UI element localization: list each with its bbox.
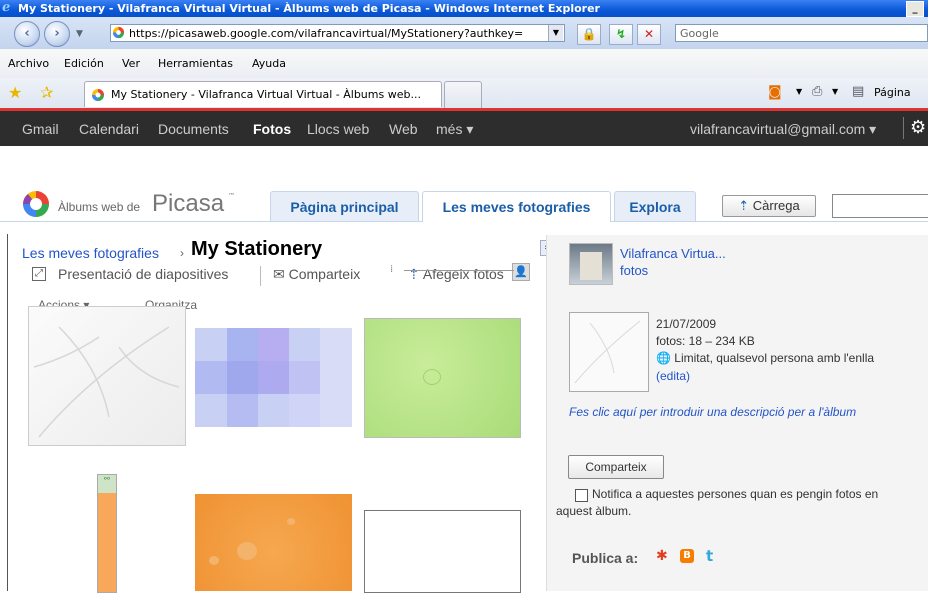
page-menu[interactable]: Página (874, 86, 911, 99)
rss-dropdown-icon[interactable]: ▼ (796, 87, 802, 96)
address-toolbar: ‹ › ▼ https://picasaweb.google.com/vilaf… (0, 17, 928, 50)
left-edge (0, 234, 9, 591)
picasa-logo-icon (23, 191, 49, 217)
menu-ver[interactable]: Ver (122, 57, 140, 70)
tabs-bar: ★ ✰ My Stationery - Vilafranca Virtual V… (0, 78, 928, 109)
lock-icon[interactable]: 🔒 (577, 24, 601, 45)
print-dropdown-icon[interactable]: ▼ (832, 87, 838, 96)
gbar-divider (903, 117, 904, 139)
globe-icon: 🌐 (656, 351, 671, 365)
window-titlebar: ℯ My Stationery - Vilafranca Virtual Vir… (0, 0, 928, 17)
menu-bar: Archivo Edición Ver Herramientas Ayuda (0, 49, 928, 79)
breadcrumb-separator: › (180, 246, 184, 260)
album-cover (569, 312, 649, 392)
upload-icon: ⇡ (738, 198, 750, 213)
new-tab-button[interactable] (444, 81, 482, 108)
search-input[interactable]: Google (675, 24, 928, 42)
tab-les-meves-fotografies[interactable]: Les meves fotografies (422, 191, 611, 222)
tab-explora[interactable]: Explora (614, 191, 696, 221)
photo-thumbnail[interactable]: ᵒᵒ (97, 474, 117, 593)
people-icon: ⁞ (390, 264, 394, 275)
add-photos-icon: ⇡ (408, 266, 420, 282)
gbar-llocs-web[interactable]: Llocs web (307, 121, 369, 137)
bubble-shape (237, 542, 257, 560)
refresh-icon[interactable]: ↯ (609, 24, 633, 45)
gbar-web[interactable]: Web (389, 121, 418, 137)
picasa-trademark: ™ (228, 192, 235, 200)
album-visibility: 🌐 Limitat, qualsevol persona amb l'enlla (656, 351, 875, 365)
minimize-button[interactable]: _ (906, 1, 924, 17)
gbar-fotos[interactable]: Fotos (253, 121, 291, 137)
picasa-logo-prefix: Àlbums web de (58, 200, 141, 214)
droplet-shape (423, 369, 441, 385)
photo-thumbnail[interactable] (195, 328, 352, 427)
gbar-mes[interactable]: més ▾ (436, 121, 473, 138)
tab-pagina-principal[interactable]: Pàgina principal (270, 191, 419, 221)
address-input[interactable]: https://picasaweb.google.com/vilafrancav… (110, 24, 565, 42)
back-button[interactable]: ‹ (14, 21, 40, 47)
upload-button[interactable]: ⇡ Càrrega (722, 195, 816, 217)
notify-label: Notifica a aquestes persones quan es pen… (556, 487, 879, 518)
print-icon[interactable]: ⎙ (812, 84, 822, 99)
search-field[interactable] (832, 194, 928, 218)
menu-herramientas[interactable]: Herramientas (158, 57, 233, 70)
gbar-account[interactable]: vilafrancavirtual@gmail.com ▾ (690, 121, 876, 138)
cover-pattern (574, 320, 641, 384)
ie-logo-icon: ℯ (2, 0, 11, 15)
buzz-icon[interactable]: ✱ (656, 548, 668, 564)
owner-avatar[interactable] (569, 243, 613, 285)
share-link[interactable]: ✉ Comparteix (273, 266, 360, 283)
toolbar-strike (404, 270, 514, 271)
stop-icon[interactable]: ✕ (637, 24, 661, 45)
gbar-calendari[interactable]: Calendari (79, 121, 139, 137)
description-prompt[interactable]: Fes clic aquí per introduir una descripc… (569, 405, 856, 419)
browser-tab-active[interactable]: My Stationery - Vilafranca Virtual Virtu… (84, 81, 442, 107)
google-bar: Gmail Calendari Documents Fotos Llocs we… (0, 108, 928, 146)
gbar-documents[interactable]: Documents (158, 121, 229, 137)
grid-pattern (195, 328, 352, 427)
gbar-gmail[interactable]: Gmail (22, 121, 59, 137)
picasa-favicon-icon (112, 26, 125, 39)
breadcrumb-parent[interactable]: Les meves fotografies (22, 245, 159, 261)
fullscreen-icon: ⤢ (32, 267, 46, 281)
photo-thumbnail[interactable] (364, 510, 521, 593)
album-size: fotos: 18 – 234 KB (656, 334, 755, 348)
owner-photos-link[interactable]: fotos (620, 263, 648, 278)
header-strip: ᵒᵒ (98, 475, 116, 493)
twitter-icon[interactable]: t (706, 547, 713, 565)
picasa-logo-word: Picasa (152, 190, 225, 217)
photo-thumbnail[interactable] (195, 494, 352, 591)
bubble-shape (287, 518, 295, 525)
owner-name[interactable]: Vilafranca Virtua... (620, 246, 726, 261)
action-divider (260, 266, 261, 286)
edit-visibility-link[interactable]: (edita) (656, 369, 690, 383)
envelope-icon: ✉ (273, 266, 285, 282)
history-dropdown-icon[interactable]: ▼ (76, 29, 83, 39)
building-shape (580, 252, 602, 280)
photo-thumbnail[interactable] (28, 306, 186, 446)
bamboo-pattern (33, 326, 180, 438)
add-photos-link[interactable]: ⇡ Afegeix fotos (408, 266, 504, 283)
publish-label: Publica a: (572, 550, 639, 566)
forward-button[interactable]: › (44, 21, 70, 47)
window-title: My Stationery - Vilafranca Virtual Virtu… (18, 2, 600, 15)
address-dropdown-icon[interactable]: ▼ (548, 25, 563, 41)
album-date: 21/07/2009 (656, 317, 717, 331)
menu-edicion[interactable]: Edición (64, 57, 104, 70)
share-button[interactable]: Comparteix (568, 455, 664, 479)
person-icon[interactable]: 👤 (512, 263, 530, 281)
browser-tab-title: My Stationery - Vilafranca Virtual Virtu… (111, 88, 421, 101)
bubble-shape (209, 556, 219, 565)
page-icon[interactable]: ▤ (852, 84, 864, 99)
gear-icon[interactable]: ⚙ (910, 117, 926, 138)
menu-archivo[interactable]: Archivo (8, 57, 49, 70)
album-title: My Stationery (191, 238, 323, 260)
photo-thumbnail[interactable] (364, 318, 521, 438)
favorites-star-icon[interactable]: ★ (8, 83, 22, 102)
picasa-tab-icon (92, 89, 104, 101)
blogger-icon[interactable]: B (680, 549, 694, 563)
menu-ayuda[interactable]: Ayuda (252, 57, 286, 70)
add-favorites-icon[interactable]: ✰ (40, 83, 53, 102)
rss-feed-icon[interactable]: ◙ (768, 84, 782, 100)
